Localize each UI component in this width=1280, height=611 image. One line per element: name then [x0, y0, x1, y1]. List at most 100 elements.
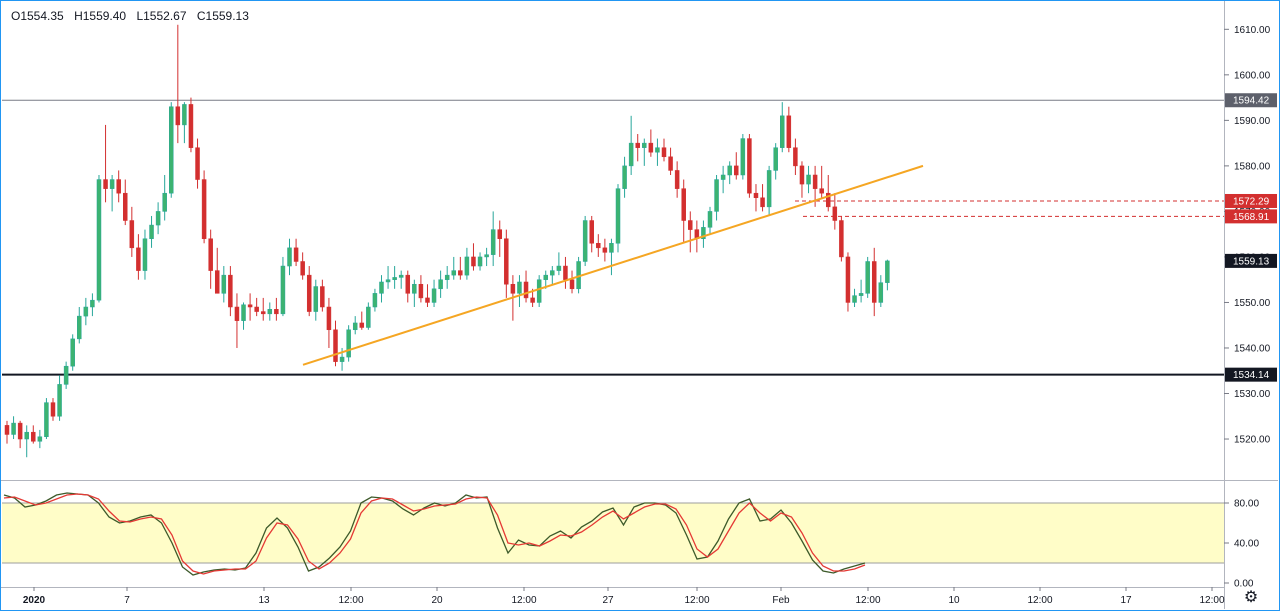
candle-body-116 — [766, 170, 772, 208]
candle-body-77 — [510, 283, 516, 294]
candle-body-41 — [274, 309, 279, 315]
candle-body-132 — [871, 261, 877, 303]
candle-body-24 — [162, 192, 167, 212]
time-tick-label-3: 12:00 — [338, 595, 363, 606]
candle-body-96 — [635, 142, 640, 148]
candle-body-107 — [707, 211, 713, 228]
candle-body-28 — [188, 104, 194, 148]
candle-body-62 — [412, 283, 417, 294]
candle-body-93 — [615, 188, 621, 244]
candle-body-43 — [287, 247, 292, 267]
candle-body-6 — [44, 402, 49, 438]
candle-body-133 — [878, 282, 884, 303]
candle-body-75 — [497, 229, 502, 239]
candle-body-89 — [589, 220, 594, 244]
gear-icon[interactable]: ⚙ — [1242, 589, 1260, 607]
candle-body-57 — [379, 281, 384, 294]
candle-body-52 — [346, 329, 351, 358]
candle-body-26 — [175, 106, 181, 126]
time-tick-label-8: Feb — [772, 595, 790, 606]
candle-body-104 — [688, 220, 693, 230]
candle-body-58 — [385, 279, 391, 283]
price-tick-label-7: 1590.00 — [1234, 116, 1271, 127]
candle-body-56 — [372, 293, 378, 308]
candle-body-10 — [70, 338, 75, 367]
candle-body-79 — [523, 281, 529, 299]
candle-body-131 — [865, 261, 870, 294]
time-tick-label-9: 12:00 — [855, 595, 880, 606]
candle-body-70 — [464, 256, 470, 276]
candle-body-1 — [11, 422, 16, 435]
time-tick-label-12: 17 — [1120, 595, 1132, 606]
candle-body-85 — [563, 265, 568, 280]
candle-body-55 — [366, 306, 371, 328]
candle-body-42 — [280, 265, 286, 315]
candle-body-113 — [747, 138, 752, 194]
candle-body-14 — [96, 179, 102, 301]
trendline — [302, 164, 924, 366]
candle-body-27 — [182, 104, 187, 126]
candle-body-73 — [484, 254, 489, 258]
candle-body-91 — [602, 247, 608, 253]
time-tick-label-4: 20 — [431, 595, 443, 606]
price-tick-label-8: 1600.00 — [1234, 70, 1271, 81]
time-tick-label-2: 13 — [258, 595, 270, 606]
ohlc-high: H1559.40 — [74, 9, 127, 23]
candle-body-109 — [720, 174, 726, 180]
candle-body-78 — [517, 281, 522, 294]
candle-body-122 — [806, 174, 811, 185]
candle-body-19 — [129, 220, 135, 249]
candle-body-121 — [799, 165, 805, 185]
ohlc-low: L1552.67 — [136, 9, 187, 23]
candle-body-31 — [208, 238, 213, 271]
candle-body-134 — [885, 260, 890, 283]
candle-body-38 — [254, 306, 259, 312]
candle-body-120 — [793, 147, 798, 167]
candle-body-118 — [780, 115, 785, 148]
candle-body-3 — [24, 431, 29, 440]
candle-body-21 — [142, 238, 148, 271]
price-tick-label-9: 1610.00 — [1234, 25, 1271, 36]
candle-body-130 — [858, 293, 864, 296]
candle-body-2 — [17, 422, 23, 440]
candle-body-0 — [4, 425, 10, 435]
candle-body-110 — [727, 165, 732, 176]
candle-body-60 — [398, 274, 404, 278]
candle-body-9 — [63, 365, 69, 385]
osc-tick-label-2: 80.00 — [1234, 499, 1259, 510]
candle-body-98 — [648, 142, 654, 153]
candle-body-37 — [247, 304, 253, 308]
candle-body-45 — [300, 261, 305, 276]
candle-body-25 — [169, 106, 174, 194]
candle-body-76 — [504, 238, 509, 285]
candle-body-101 — [668, 156, 673, 171]
candle-body-39 — [260, 311, 266, 315]
candle-body-119 — [786, 115, 792, 148]
candle-body-65 — [431, 288, 437, 303]
candle-body-33 — [221, 274, 227, 294]
candle-body-8 — [57, 384, 62, 417]
candle-body-32 — [214, 270, 220, 294]
candle-body-12 — [83, 306, 89, 317]
candle-body-59 — [392, 277, 397, 280]
candle-body-17 — [116, 179, 121, 194]
candle-body-11 — [77, 315, 82, 340]
chart-canvas[interactable]: 1520.001530.001540.001550.001560.001570.… — [0, 0, 1280, 611]
price-tick-label-3: 1550.00 — [1234, 298, 1271, 309]
candle-body-127 — [839, 220, 844, 258]
time-tick-label-13: 12:00 — [1199, 595, 1224, 606]
candle-body-7 — [50, 402, 56, 417]
candle-body-63 — [418, 283, 424, 299]
candle-body-112 — [740, 138, 746, 176]
time-tick-label-0: 2020 — [23, 595, 46, 606]
dashed-badge-label-1: 1568.91 — [1233, 212, 1270, 223]
candle-body-48 — [320, 286, 325, 308]
candle-body-128 — [845, 256, 851, 303]
candle-body-69 — [458, 270, 463, 276]
candle-body-22 — [149, 224, 154, 239]
candle-body-34 — [228, 274, 233, 308]
dashed-badge-label-0: 1572.29 — [1233, 196, 1270, 207]
candle-body-4 — [31, 431, 36, 442]
candle-body-92 — [609, 243, 614, 253]
ohlc-open: O1554.35 — [11, 9, 64, 23]
